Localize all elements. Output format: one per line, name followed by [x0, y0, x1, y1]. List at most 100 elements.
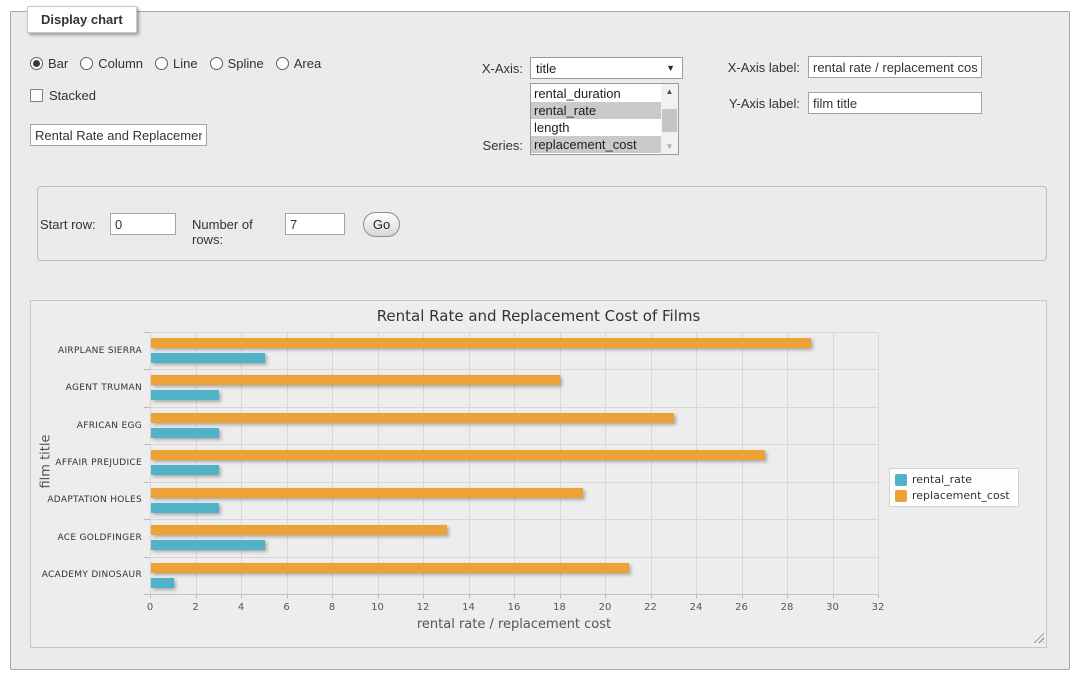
x-axis-select[interactable]: title ▼: [530, 57, 683, 79]
x-axis-line: [150, 594, 879, 595]
go-button[interactable]: Go: [363, 212, 400, 237]
series-option-rental_rate[interactable]: rental_rate: [531, 102, 661, 119]
chart-area: 02468101214161820222426283032AIRPLANE SI…: [31, 301, 1046, 647]
bar-rental_rate[interactable]: [151, 390, 219, 400]
legend-swatch-icon: [895, 490, 907, 502]
legend-label: rental_rate: [912, 473, 972, 486]
bar-rental_rate[interactable]: [151, 540, 265, 550]
y-tick-mark: [144, 332, 150, 333]
bar-rental_rate[interactable]: [151, 465, 219, 475]
series-option-length[interactable]: length: [531, 119, 661, 136]
radio-spline[interactable]: Spline: [210, 56, 264, 71]
bar-rental_rate[interactable]: [151, 578, 174, 588]
x-tick-label: 0: [135, 602, 165, 613]
radio-label: Line: [173, 56, 198, 71]
stacked-checkbox-row[interactable]: Stacked: [30, 88, 96, 103]
gridline-vertical: [150, 332, 151, 594]
x-tick-label: 26: [727, 602, 757, 613]
x-tick-label: 8: [317, 602, 347, 613]
x-tick-label: 14: [454, 602, 484, 613]
radio-line[interactable]: Line: [155, 56, 198, 71]
chart-title-input[interactable]: [30, 124, 207, 146]
bar-replacement_cost[interactable]: [151, 338, 811, 348]
bar-replacement_cost[interactable]: [151, 488, 583, 498]
gridline-vertical: [378, 332, 379, 594]
radio-label: Column: [98, 56, 143, 71]
x-tick-label: 12: [408, 602, 438, 613]
y-axis-label-input[interactable]: [808, 92, 982, 114]
chart-legend: rental_rate replacement_cost: [889, 468, 1019, 507]
fieldset-legend: Display chart: [27, 6, 137, 33]
x-tick-label: 16: [499, 602, 529, 613]
y-tick-mark: [144, 519, 150, 520]
gridline-horizontal: [150, 444, 878, 445]
bar-replacement_cost[interactable]: [151, 563, 629, 573]
bar-replacement_cost[interactable]: [151, 525, 447, 535]
chart-container: Rental Rate and Replacement Cost of Film…: [30, 300, 1047, 648]
gridline-vertical: [560, 332, 561, 594]
page: Display chart Bar Column Line Spline Area St…: [0, 0, 1081, 681]
row-controls-panel: [37, 186, 1047, 261]
bar-rental_rate[interactable]: [151, 503, 219, 513]
radio-circle-icon: [155, 57, 168, 70]
x-tick-label: 28: [772, 602, 802, 613]
series-list-scrollbar[interactable]: ▲ ▼: [661, 84, 678, 154]
y-axis-title: film title: [39, 331, 54, 593]
x-tick-label: 30: [818, 602, 848, 613]
gridline-vertical: [514, 332, 515, 594]
gridline-horizontal: [150, 369, 878, 370]
gridline-vertical: [787, 332, 788, 594]
x-tick-label: 4: [226, 602, 256, 613]
x-tick-label: 2: [181, 602, 211, 613]
gridline-horizontal: [150, 519, 878, 520]
x-tick-label: 10: [363, 602, 393, 613]
bar-rental_rate[interactable]: [151, 353, 265, 363]
radio-circle-icon: [276, 57, 289, 70]
y-tick-mark: [144, 557, 150, 558]
radio-area[interactable]: Area: [276, 56, 321, 71]
gridline-vertical: [241, 332, 242, 594]
x-axis-title: rental rate / replacement cost: [150, 617, 878, 632]
legend-label: replacement_cost: [912, 489, 1010, 502]
series-option-replacement_cost[interactable]: replacement_cost: [531, 136, 661, 153]
legend-item-rental_rate[interactable]: rental_rate: [895, 473, 1010, 486]
scrollbar-thumb[interactable]: [662, 109, 677, 132]
gridline-vertical: [651, 332, 652, 594]
series-multiselect[interactable]: rental_durationrental_ratelengthreplacem…: [530, 83, 679, 155]
stacked-label: Stacked: [49, 88, 96, 103]
gridline-horizontal: [150, 482, 878, 483]
gridline-vertical: [742, 332, 743, 594]
y-tick-mark: [144, 407, 150, 408]
series-field-label: Series:: [430, 138, 523, 153]
bar-replacement_cost[interactable]: [151, 413, 674, 423]
radio-bar[interactable]: Bar: [30, 56, 68, 71]
num-rows-input[interactable]: [285, 213, 345, 235]
gridline-vertical: [332, 332, 333, 594]
legend-item-replacement_cost[interactable]: replacement_cost: [895, 489, 1010, 502]
stacked-checkbox[interactable]: [30, 89, 43, 102]
radio-circle-icon: [80, 57, 93, 70]
legend-swatch-icon: [895, 474, 907, 486]
bar-rental_rate[interactable]: [151, 428, 219, 438]
gridline-horizontal: [150, 407, 878, 408]
radio-label: Spline: [228, 56, 264, 71]
x-axis-label-input[interactable]: [808, 56, 982, 78]
num-rows-label: Number of rows:: [192, 217, 278, 247]
x-tick-label: 22: [636, 602, 666, 613]
gridline-vertical: [287, 332, 288, 594]
scrollbar-up-icon[interactable]: ▲: [661, 84, 678, 99]
series-option-rental_duration[interactable]: rental_duration: [531, 85, 661, 102]
scrollbar-down-icon[interactable]: ▼: [661, 139, 678, 154]
start-row-input[interactable]: [110, 213, 176, 235]
dropdown-arrow-icon: ▼: [666, 63, 675, 73]
bar-replacement_cost[interactable]: [151, 375, 560, 385]
radio-column[interactable]: Column: [80, 56, 143, 71]
gridline-horizontal: [150, 557, 878, 558]
x-axis-field-label: X-Axis:: [430, 61, 523, 76]
radio-circle-icon: [30, 57, 43, 70]
gridline-vertical: [696, 332, 697, 594]
bar-replacement_cost[interactable]: [151, 450, 765, 460]
gridline-vertical: [878, 332, 879, 594]
y-axis-label-field-label: Y-Axis label:: [690, 96, 800, 111]
radio-label: Bar: [48, 56, 68, 71]
